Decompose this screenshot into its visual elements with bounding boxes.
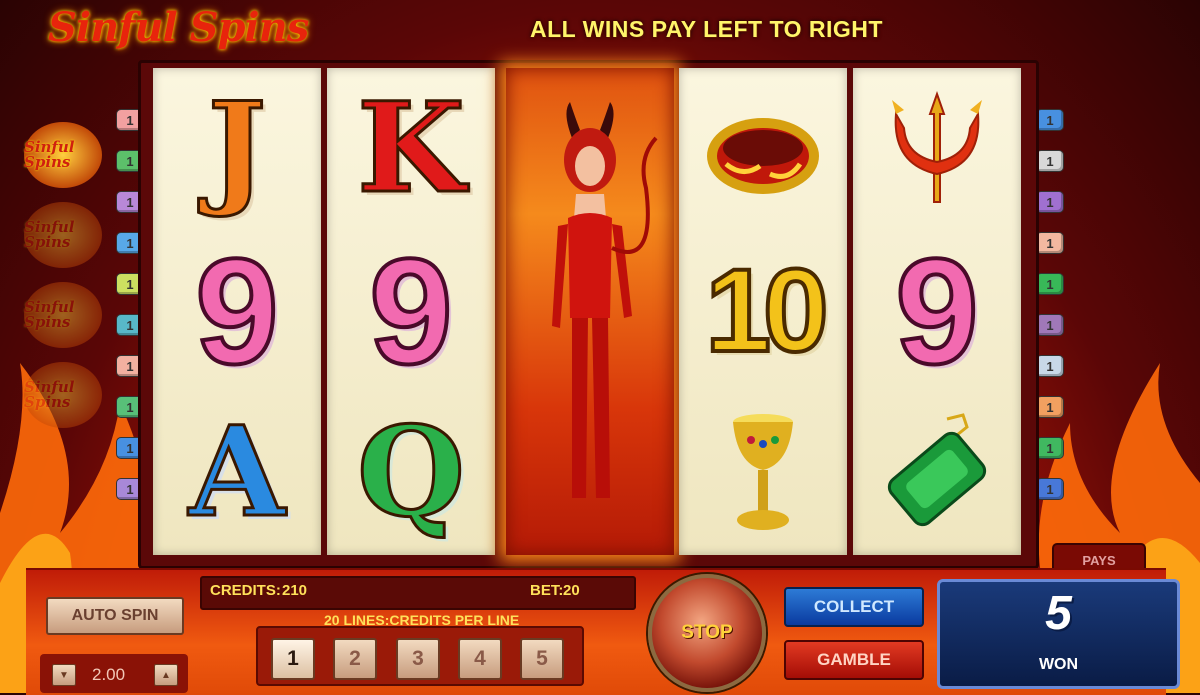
- payline-marker-right: 1: [1036, 396, 1064, 418]
- line-option-5[interactable]: 5: [520, 638, 564, 680]
- credits-value: 210: [282, 582, 308, 599]
- payline-marker-right: 1: [1036, 314, 1064, 336]
- symbol-nine: 9: [193, 227, 280, 395]
- line-option-2[interactable]: 2: [333, 638, 377, 680]
- reel-3-wild: [506, 68, 674, 555]
- increase-stake-button[interactable]: ▲: [154, 664, 178, 686]
- line-option-4[interactable]: 4: [458, 638, 502, 680]
- side-logo: Sinful Spins: [24, 282, 102, 348]
- auto-spin-button[interactable]: AUTO SPIN: [46, 597, 184, 635]
- collect-button[interactable]: COLLECT: [784, 587, 924, 627]
- stop-button[interactable]: STOP: [648, 574, 766, 692]
- symbol-ring: [679, 68, 847, 230]
- payline-marker-right: 1: [1036, 109, 1064, 131]
- stake-stepper: ▼ 2.00 ▲: [40, 654, 188, 693]
- reel-1: J 9 A: [153, 68, 321, 555]
- stop-label: STOP: [681, 622, 733, 643]
- symbol-king: K: [356, 76, 467, 221]
- payline-marker-right: 1: [1036, 273, 1064, 295]
- symbol-emerald: [853, 392, 1021, 554]
- devil-wild-icon: [552, 102, 658, 498]
- reel-4: 10: [679, 68, 847, 555]
- goblet-icon: [733, 414, 793, 530]
- symbol-nine: 9: [367, 227, 454, 395]
- game-logo: Sinful Spins: [48, 4, 309, 51]
- symbol-queen: Q: [355, 400, 466, 545]
- symbol-trident: [853, 68, 1021, 230]
- symbol-nine: 9: [893, 227, 980, 395]
- win-amount: 5: [1045, 587, 1072, 640]
- payline-marker-right: 1: [1036, 232, 1064, 254]
- decrease-stake-button[interactable]: ▼: [52, 664, 76, 686]
- win-display: 5 WON: [937, 579, 1180, 689]
- payline-marker-right: 1: [1036, 437, 1064, 459]
- side-logo-active: Sinful Spins: [24, 122, 102, 188]
- line-option-1[interactable]: 1: [271, 638, 315, 680]
- bet-value: 20: [563, 582, 580, 599]
- payline-marker-right: 1: [1036, 355, 1064, 377]
- ring-icon: [707, 118, 819, 194]
- payline-marker-right: 1: [1036, 150, 1064, 172]
- emerald-icon: [887, 413, 987, 527]
- payline-marker-right: 1: [1036, 191, 1064, 213]
- credits-label: CREDITS:: [210, 582, 281, 599]
- payline-marker-right: 1: [1036, 478, 1064, 500]
- reel-5: 9: [853, 68, 1021, 555]
- line-option-3[interactable]: 3: [396, 638, 440, 680]
- reel-2: K 9 Q: [327, 68, 495, 555]
- bet-label: BET:: [530, 582, 564, 599]
- symbol-ace: A: [187, 400, 286, 545]
- symbol-goblet: [679, 392, 847, 554]
- won-label: WON: [1038, 656, 1079, 673]
- symbol-ten: 10: [703, 245, 830, 377]
- stake-value: 2.00: [92, 665, 126, 684]
- trident-icon: [892, 90, 982, 203]
- gamble-button[interactable]: GAMBLE: [784, 640, 924, 680]
- win-direction-banner: ALL WINS PAY LEFT TO RIGHT: [530, 16, 883, 42]
- symbol-jack: J: [206, 76, 268, 221]
- side-logo: Sinful Spins: [24, 202, 102, 268]
- side-logo: Sinful Spins: [24, 362, 102, 428]
